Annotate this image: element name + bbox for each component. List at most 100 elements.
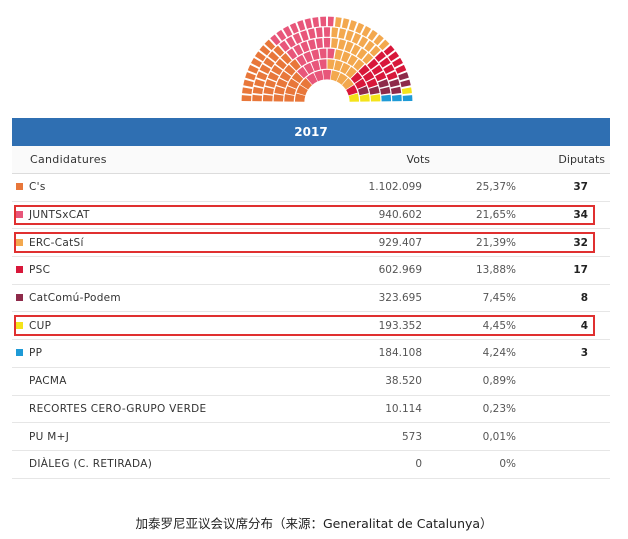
hemicycle-seat bbox=[262, 94, 273, 102]
hemicycle-seat bbox=[355, 22, 365, 34]
hemicycle-seat bbox=[307, 28, 316, 39]
party-color-swatch bbox=[16, 266, 23, 274]
party-color-swatch bbox=[16, 349, 23, 357]
hemicycle-seat bbox=[320, 16, 327, 27]
hemicycle-seat bbox=[263, 86, 274, 95]
hemicycle-seat bbox=[380, 86, 391, 95]
table-row: CatComú-Podem 323.695 7,45% 8 bbox=[12, 285, 610, 313]
hemicycle-seat bbox=[395, 64, 407, 74]
party-color-swatch bbox=[16, 321, 23, 329]
table-row: JUNTSxCAT 940.602 21,65% 34 bbox=[12, 202, 610, 230]
party-votes: 193.352 bbox=[378, 319, 422, 332]
hemicycle-seat bbox=[400, 79, 411, 88]
hemicycle-seat bbox=[245, 72, 256, 81]
party-votes: 0 bbox=[415, 458, 422, 471]
hemicycle-seat bbox=[289, 22, 299, 34]
party-seats: 32 bbox=[573, 236, 588, 249]
hemicycle-seat bbox=[265, 79, 276, 88]
hemicycle-seat bbox=[402, 95, 413, 102]
party-votes: 573 bbox=[401, 430, 422, 443]
party-vote-percent: 21,65% bbox=[475, 209, 516, 222]
hemicycle-seat bbox=[348, 20, 357, 31]
hemicycle-seat bbox=[338, 28, 347, 39]
party-vote-percent: 7,45% bbox=[482, 292, 516, 305]
party-color-swatch bbox=[16, 294, 23, 302]
hemicycle-seat bbox=[359, 94, 370, 102]
hemicycle-seat bbox=[247, 64, 259, 74]
figure-caption: 加泰罗尼亚议会议席分布（来源：Generalitat de Catalunya） bbox=[135, 516, 493, 531]
table-row: PACMA 38.520 0,89% bbox=[12, 368, 610, 396]
party-name: RECORTES CERO-GRUPO VERDE bbox=[29, 402, 207, 415]
party-name: CatComú-Podem bbox=[29, 292, 121, 305]
table-body: C's 1.102.099 25,37% 37 JUNTSxCAT 940.602 21,6… bbox=[12, 174, 610, 479]
party-name: CUP bbox=[29, 319, 52, 332]
party-votes: 929.407 bbox=[378, 236, 422, 249]
party-votes: 602.969 bbox=[378, 264, 422, 277]
hemicycle-seat bbox=[345, 30, 354, 42]
hemicycle-seat bbox=[322, 69, 332, 80]
hemicycle-seat bbox=[311, 49, 320, 61]
party-color-swatch bbox=[16, 211, 23, 219]
party-color-swatch bbox=[16, 183, 23, 191]
hemicycle-seat bbox=[319, 59, 327, 70]
hemicycle-seat bbox=[273, 94, 284, 102]
hemicycle-seat bbox=[307, 39, 317, 50]
header-votes: Vots bbox=[406, 153, 430, 166]
table-row: PP 184.108 4,24% 3 bbox=[12, 340, 610, 368]
hemicycle-seat bbox=[315, 27, 323, 38]
hemicycle-seat bbox=[368, 86, 380, 95]
hemicycle-seat bbox=[389, 78, 400, 88]
party-vote-percent: 4,45% bbox=[482, 319, 516, 332]
party-votes: 184.108 bbox=[378, 347, 422, 360]
party-name: PSC bbox=[29, 264, 51, 277]
hemicycle-seat bbox=[252, 86, 264, 95]
hemicycle-seat bbox=[312, 17, 320, 28]
hemicycle-seat bbox=[252, 94, 263, 102]
party-name: PP bbox=[29, 347, 43, 360]
party-votes: 1.102.099 bbox=[368, 181, 422, 194]
hemicycle-seat bbox=[331, 27, 339, 38]
table-row: RECORTES CERO-GRUPO VERDE 10.114 0,23% bbox=[12, 396, 610, 424]
party-name: ERC-CatSí bbox=[29, 236, 84, 249]
hemicycle-seat bbox=[241, 95, 252, 102]
party-seats: 8 bbox=[580, 292, 588, 305]
party-name: PACMA bbox=[29, 375, 67, 388]
hemicycle-seat bbox=[242, 87, 253, 95]
hemicycle-seat bbox=[304, 18, 313, 29]
table-row: C's 1.102.099 25,37% 37 bbox=[12, 174, 610, 202]
party-votes: 940.602 bbox=[378, 209, 422, 222]
hemicycle-seat bbox=[319, 48, 327, 59]
table-row: PU M+J 573 0,01% bbox=[12, 423, 610, 451]
hemicycle-seat bbox=[323, 37, 331, 48]
party-seats: 17 bbox=[573, 264, 588, 277]
table-row: ERC-CatSí 929.407 21,39% 32 bbox=[12, 229, 610, 258]
table-row: CUP 193.352 4,45% 4 bbox=[12, 312, 610, 341]
results-table: 2017 Candidatures Vots Diputats C's 1.102… bbox=[12, 118, 610, 479]
party-name: DIÀLEG (C. RETIRADA) bbox=[29, 458, 153, 471]
party-votes: 38.520 bbox=[385, 375, 422, 388]
party-votes: 323.695 bbox=[378, 292, 422, 305]
hemicycle-seat bbox=[327, 16, 334, 27]
header-candidatures: Candidatures bbox=[30, 153, 107, 166]
hemicycle-seat bbox=[254, 78, 265, 88]
hemicycle-seat bbox=[327, 59, 335, 70]
parliament-hemicycle bbox=[241, 16, 413, 102]
party-name: PU M+J bbox=[29, 430, 70, 443]
party-seats: 3 bbox=[580, 347, 588, 360]
hemicycle-seat bbox=[401, 87, 412, 95]
party-vote-percent: 0% bbox=[499, 458, 516, 471]
party-vote-percent: 0,23% bbox=[482, 402, 516, 415]
party-vote-percent: 4,24% bbox=[482, 347, 516, 360]
hemicycle-seat bbox=[334, 17, 342, 28]
hemicycle-seat bbox=[398, 72, 409, 81]
hemicycle-seat bbox=[370, 94, 381, 102]
hemicycle-seat bbox=[315, 38, 323, 49]
party-vote-percent: 13,88% bbox=[475, 264, 516, 277]
party-color-swatch bbox=[16, 238, 23, 246]
party-name: C's bbox=[29, 181, 46, 194]
hemicycle-seat bbox=[300, 30, 309, 42]
year-header: 2017 bbox=[12, 118, 610, 146]
hemicycle-seat bbox=[331, 38, 339, 49]
party-vote-percent: 25,37% bbox=[475, 181, 516, 194]
hemicycle-seat bbox=[381, 94, 392, 102]
